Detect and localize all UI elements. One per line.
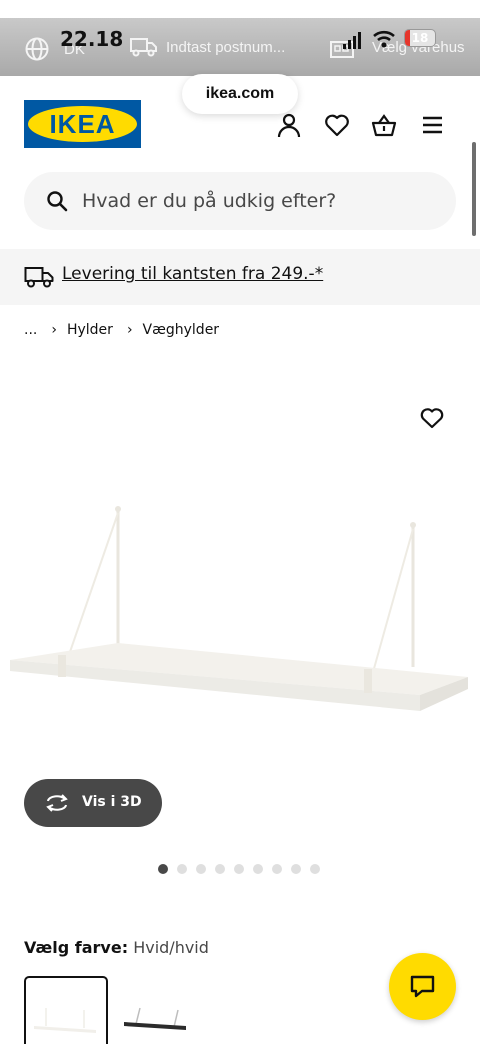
breadcrumb-item-vaeghylder[interactable]: Væghylder	[143, 322, 220, 338]
swatch-white-image	[34, 1008, 96, 1033]
chat-button[interactable]	[389, 953, 456, 1020]
breadcrumb-more[interactable]: ...	[24, 322, 37, 338]
postcode-placeholder: Indtast postnum...	[166, 38, 286, 56]
battery-fill	[405, 30, 411, 46]
breadcrumb: ... › Hylder › Væghylder	[24, 322, 219, 338]
delivery-link[interactable]: Levering til kantsten fra 249.-*	[62, 264, 323, 284]
search-icon	[47, 191, 68, 212]
color-selector-label: Vælg farve: Hvid/hvid	[24, 938, 209, 957]
user-icon[interactable]	[276, 112, 302, 138]
signal-icon	[343, 31, 361, 49]
swatch-black-image	[124, 1007, 186, 1030]
status-time: 22.18	[60, 27, 124, 51]
search-input[interactable]: Hvad er du på udkig efter?	[24, 172, 456, 230]
gallery-dot[interactable]	[272, 864, 282, 874]
view-in-3d-button[interactable]: Vis i 3D	[24, 779, 162, 827]
menu-icon[interactable]	[420, 112, 446, 138]
product-image-shelf	[0, 495, 480, 725]
color-value: Hvid/hvid	[133, 938, 209, 957]
postcode-selector[interactable]: Indtast postnum...	[130, 36, 285, 58]
truck-icon	[130, 38, 157, 57]
ikea-logo[interactable]: IKEA	[24, 100, 141, 148]
basket-icon[interactable]	[371, 112, 397, 138]
gallery-dot[interactable]	[291, 864, 301, 874]
breadcrumb-item-hylder[interactable]: Hylder	[67, 322, 113, 338]
wifi-icon	[373, 30, 395, 48]
favourite-heart-icon[interactable]	[420, 406, 444, 430]
globe-icon	[25, 37, 49, 61]
gallery-dot[interactable]	[234, 864, 244, 874]
gallery-dot[interactable]	[215, 864, 225, 874]
rotate-3d-icon	[46, 794, 68, 812]
battery-level: 18	[411, 31, 429, 45]
swatch-white[interactable]	[24, 976, 108, 1044]
delivery-banner[interactable]: Levering til kantsten fra 249.-*	[0, 249, 480, 305]
gallery-dot[interactable]	[310, 864, 320, 874]
gallery-pagination[interactable]	[158, 864, 320, 874]
battery-indicator: 18	[404, 29, 436, 47]
chevron-right-icon: ›	[51, 322, 57, 338]
gallery-dot[interactable]	[253, 864, 263, 874]
chevron-right-icon: ›	[126, 322, 133, 338]
swatch-black[interactable]	[118, 978, 198, 1044]
delivery-truck-icon	[24, 267, 54, 288]
scrollbar-thumb[interactable]	[472, 142, 476, 236]
chat-icon	[410, 975, 435, 998]
gallery-dot[interactable]	[158, 864, 168, 874]
logo-text: IKEA	[49, 109, 116, 139]
url-bar[interactable]: ikea.com	[182, 74, 298, 114]
view-in-3d-label: Vis i 3D	[82, 794, 142, 810]
search-placeholder: Hvad er du på udkig efter?	[82, 190, 337, 212]
utility-bar: DK 22.18 Indtast postnum... Vælg varehus…	[0, 18, 480, 76]
gallery-dot[interactable]	[177, 864, 187, 874]
heart-icon[interactable]	[324, 112, 350, 138]
color-label: Vælg farve:	[24, 938, 129, 957]
gallery-dot[interactable]	[196, 864, 206, 874]
